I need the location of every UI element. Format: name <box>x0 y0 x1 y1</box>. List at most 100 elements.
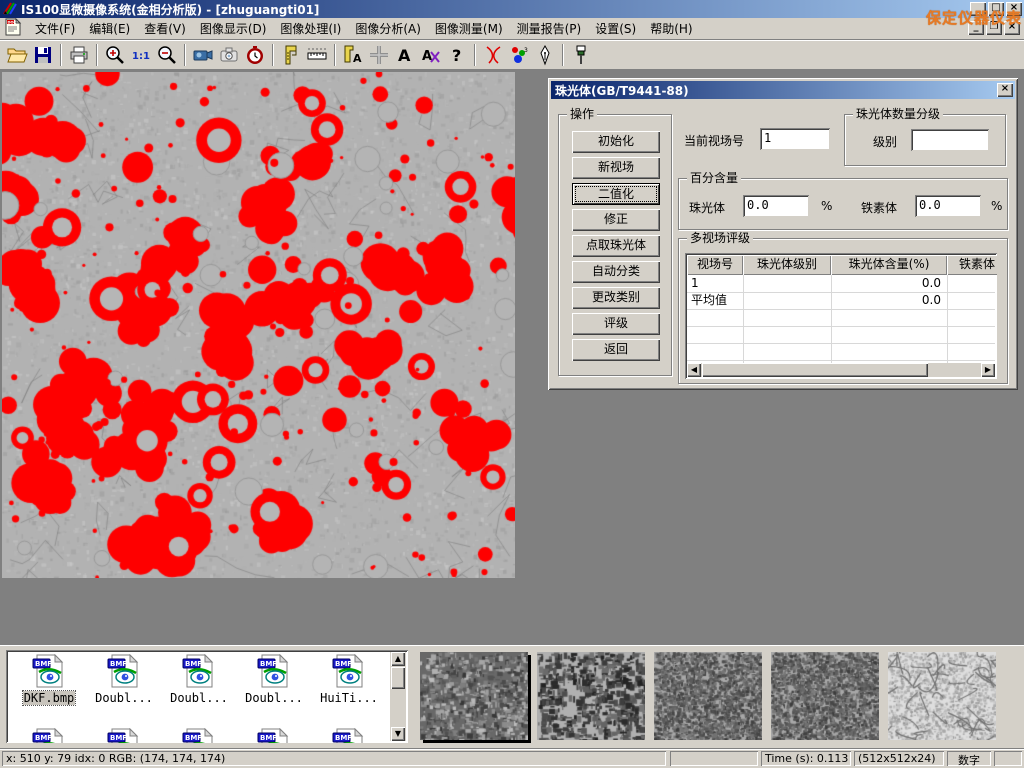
col-ferrite[interactable]: 铁素体 <box>947 255 997 275</box>
thumbnail-5[interactable] <box>888 652 996 740</box>
camera-icon[interactable] <box>216 42 242 68</box>
table-row-avg-pearlite[interactable]: 0.0 <box>835 292 941 309</box>
pick-pearlite-button[interactable]: 点取珠光体 <box>572 235 660 257</box>
title-bar[interactable]: IS100显微摄像系统(金相分析版) - [zhuguangti01] _ □ … <box>0 0 1024 18</box>
app-logo-icon <box>3 1 17 18</box>
menu-measure-report[interactable]: 测量报告(P) <box>510 17 589 40</box>
menu-image-processing[interactable]: 图像处理(I) <box>273 17 348 40</box>
ruler-icon[interactable] <box>304 42 330 68</box>
dialog-close-icon[interactable]: × <box>997 83 1013 97</box>
file-item[interactable]: BMP Doubl... <box>239 654 309 705</box>
curve-tool-icon[interactable] <box>480 42 506 68</box>
auto-classify-button[interactable]: 自动分类 <box>572 261 660 283</box>
text-style-icon[interactable]: A <box>418 42 444 68</box>
file-list-vscrollbar[interactable]: ▲ ▼ <box>390 652 406 741</box>
scroll-thumb[interactable] <box>702 363 928 377</box>
new-field-button[interactable]: 新视场 <box>572 157 660 179</box>
file-item[interactable]: BMP DKF.bmp <box>14 654 84 705</box>
multifield-table[interactable]: 视场号 珠光体级别 珠光体含量(%) 铁素体 1 <box>685 253 997 379</box>
dialog-title-bar[interactable]: 珠光体(GB/T9441-88) × <box>551 81 1015 99</box>
file-name[interactable]: Doubl... <box>169 691 229 705</box>
initialize-button[interactable]: 初始化 <box>572 131 660 153</box>
text-icon[interactable]: A <box>392 42 418 68</box>
help-icon[interactable]: ? <box>444 42 470 68</box>
svg-text:BMP: BMP <box>335 660 352 668</box>
scroll-up-icon[interactable]: ▲ <box>391 652 405 666</box>
grading-group-label: 珠光体数量分级 <box>853 107 943 121</box>
file-item[interactable]: BMP Doubl... <box>164 654 234 705</box>
svg-text:?: ? <box>452 46 461 65</box>
menu-edit[interactable]: 编辑(E) <box>82 17 137 40</box>
ferrite-percent-input[interactable]: 0.0 <box>915 195 981 217</box>
level-input[interactable] <box>911 129 989 151</box>
move-cross-icon[interactable] <box>366 42 392 68</box>
thumbnail-2[interactable] <box>537 652 645 740</box>
thumbnail-1[interactable] <box>420 652 528 740</box>
table-row-avg-field[interactable]: 平均值 <box>691 292 741 309</box>
zoom-in-icon[interactable] <box>102 42 128 68</box>
toolbar-separator <box>562 44 564 66</box>
maximize-button[interactable]: □ <box>988 2 1004 16</box>
binarize-button[interactable]: 二值化 <box>572 183 660 205</box>
pen-icon[interactable] <box>532 42 558 68</box>
file-name[interactable]: Doubl... <box>244 691 304 705</box>
menu-image-analysis[interactable]: 图像分析(A) <box>348 17 428 40</box>
menu-view[interactable]: 查看(V) <box>137 17 193 40</box>
change-class-button[interactable]: 更改类别 <box>572 287 660 309</box>
mdi-restore-button[interactable]: ❐ <box>986 21 1002 35</box>
metallographic-image[interactable] <box>2 72 515 578</box>
file-name[interactable]: HuiTi... <box>319 691 379 705</box>
actual-size-1:1-icon[interactable]: 1:1 <box>128 42 154 68</box>
menu-file[interactable]: 文件(F) <box>28 17 82 40</box>
correct-button[interactable]: 修正 <box>572 209 660 231</box>
toolbar: 1:1AAA?3 <box>0 40 1024 70</box>
file-item[interactable]: BMP <box>239 728 309 743</box>
scroll-thumb[interactable] <box>391 667 405 689</box>
table-hscrollbar[interactable]: ◀ ▶ <box>687 363 995 377</box>
menu-help[interactable]: 帮助(H) <box>643 17 699 40</box>
file-item[interactable]: BMP <box>164 728 234 743</box>
file-name[interactable]: DKF.bmp <box>23 691 76 705</box>
menu-image-display[interactable]: 图像显示(D) <box>193 17 274 40</box>
minimize-button[interactable]: _ <box>970 2 986 16</box>
col-pearlite-level[interactable]: 珠光体级别 <box>743 255 831 275</box>
multifield-group-label: 多视场评级 <box>687 231 753 245</box>
mdi-minimize-button[interactable]: _ <box>968 21 984 35</box>
open-icon[interactable] <box>4 42 30 68</box>
print-icon[interactable] <box>66 42 92 68</box>
thumbnail-4[interactable] <box>771 652 879 740</box>
mdi-close-button[interactable]: × <box>1004 21 1020 35</box>
table-row-1-pearlite[interactable]: 0.0 <box>835 275 941 292</box>
current-field-input[interactable]: 1 <box>760 128 830 150</box>
save-icon[interactable] <box>30 42 56 68</box>
zoom-out-icon[interactable] <box>154 42 180 68</box>
return-button[interactable]: 返回 <box>572 339 660 361</box>
file-item[interactable]: BMP <box>89 728 159 743</box>
menu-settings[interactable]: 设置(S) <box>588 17 643 40</box>
col-field-no[interactable]: 视场号 <box>687 255 743 275</box>
grading-group: 珠光体数量分级 级别 <box>844 114 1006 166</box>
caliper-icon[interactable] <box>278 42 304 68</box>
video-camera-icon[interactable] <box>190 42 216 68</box>
table-row-1-field[interactable]: 1 <box>691 275 741 292</box>
scroll-right-icon[interactable]: ▶ <box>981 363 995 377</box>
pearlite-percent-input[interactable]: 0.0 <box>743 195 809 217</box>
thumbnail-3[interactable] <box>654 652 762 740</box>
file-item[interactable]: BMP HuiTi... <box>314 654 384 705</box>
file-item[interactable]: BMP <box>314 728 384 743</box>
close-button[interactable]: × <box>1006 2 1022 16</box>
classify-balls-icon[interactable]: 3 <box>506 42 532 68</box>
file-name[interactable]: Doubl... <box>94 691 154 705</box>
svg-text:BMP: BMP <box>260 734 277 742</box>
measure-caliper-icon[interactable]: A <box>340 42 366 68</box>
file-browser[interactable]: BMP DKF.bmp BMP Doubl... BMP Doubl... BM… <box>6 650 408 743</box>
menu-image-measure[interactable]: 图像测量(M) <box>428 17 510 40</box>
file-item[interactable]: BMP Doubl... <box>89 654 159 705</box>
file-item[interactable]: BMP <box>14 728 84 743</box>
brush-icon[interactable] <box>568 42 594 68</box>
scroll-left-icon[interactable]: ◀ <box>687 363 701 377</box>
col-pearlite-content[interactable]: 珠光体含量(%) <box>831 255 947 275</box>
rate-button[interactable]: 评级 <box>572 313 660 335</box>
scroll-down-icon[interactable]: ▼ <box>391 727 405 741</box>
timer-icon[interactable] <box>242 42 268 68</box>
